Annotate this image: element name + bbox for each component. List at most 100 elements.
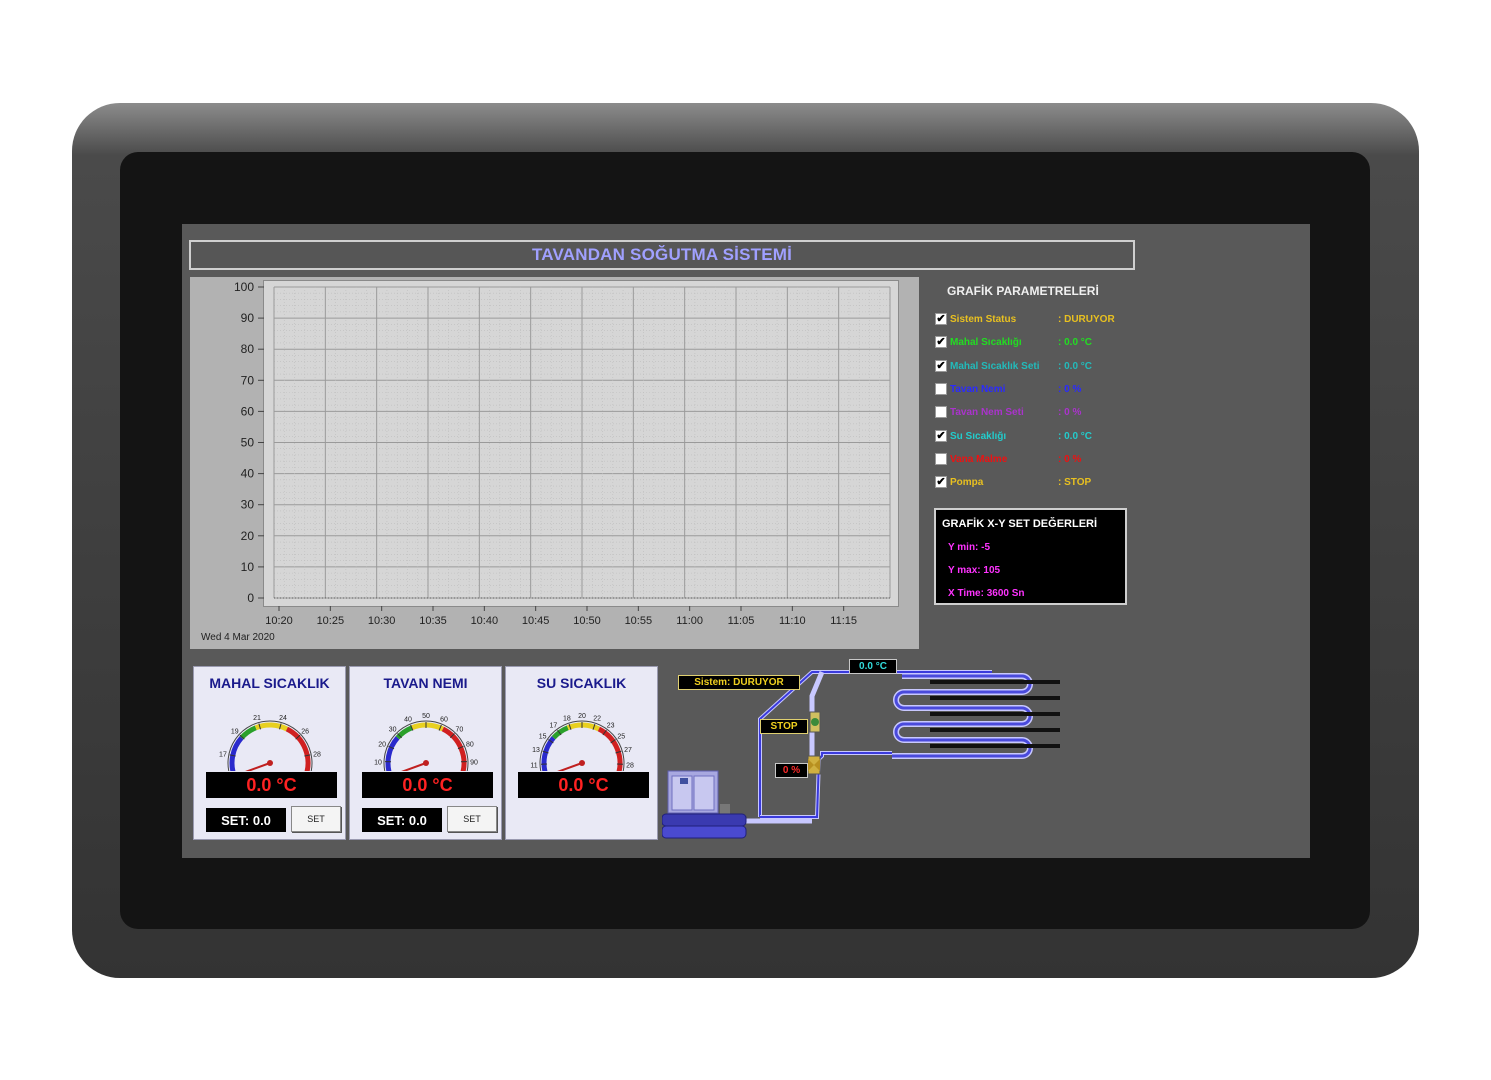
supply-temp-indicator: 0.0 °C (849, 659, 897, 674)
gauge-tick-label: 40 (404, 716, 412, 723)
chiller-unit-icon (662, 770, 747, 839)
set-value-display[interactable]: SET: 0.0 (362, 808, 442, 832)
set-button[interactable]: SET (291, 806, 341, 832)
param-label: Mahal Sıcaklık Seti (950, 360, 1040, 372)
gauge-zone-yellow (410, 722, 445, 732)
y-tick-label: 100 (234, 280, 254, 294)
gauge-tick-label: 80 (466, 741, 474, 748)
x-tick-label: 11:10 (779, 615, 806, 627)
param-row[interactable]: ✔ Mahal Sıcaklık Seti : 0.0 °C (935, 358, 1092, 374)
set-button[interactable]: SET (447, 806, 497, 832)
gauge-needle (557, 762, 583, 771)
checkbox-checked[interactable]: ✔ (935, 430, 947, 442)
gauge-tick-label: 22 (593, 715, 601, 722)
xy-set-box[interactable]: GRAFİK X-Y SET DEĞERLERİ Y min: -5 Y max… (934, 508, 1127, 605)
x-tick-label: 11:15 (830, 615, 857, 627)
gauge-value-display: 0.0 °C (518, 772, 649, 798)
gauge-panel-mahal: MAHAL SICAKLIK 1517192124262830 0.0 °C S… (193, 666, 346, 840)
y-tick-label: 20 (241, 529, 255, 543)
param-row[interactable]: ✔ Su Sıcaklığı : 0.0 °C (935, 428, 1092, 444)
gauge-tick-label: 90 (470, 759, 478, 766)
gauge-tick-label: 50 (422, 713, 430, 720)
system-status-indicator: Sistem: DURUYOR (678, 675, 800, 690)
checkbox-checked[interactable]: ✔ (935, 336, 947, 348)
gauge-needle-hub (579, 760, 585, 766)
gauge-zone-green (239, 725, 257, 740)
x-time-value: X Time: 3600 Sn (948, 588, 1025, 599)
checkbox-checked[interactable]: ✔ (935, 476, 947, 488)
param-label: Pompa (950, 476, 984, 488)
param-row[interactable]: ✔ Mahal Sıcaklığı: 0.0 °C (935, 334, 1092, 350)
y-tick-label: 30 (241, 498, 255, 512)
checkbox-unchecked[interactable] (935, 383, 947, 395)
gauge-tick-label: 60 (440, 716, 448, 723)
chart-svg: 100908070605040302010010:20 10:25 10:30 10:… (234, 280, 899, 627)
gauge-panel-tavan-nemi: TAVAN NEMI 0102030405060708090100 0.0 °C… (349, 666, 502, 840)
param-value: : STOP (1058, 476, 1092, 488)
gauge-tick-label: 20 (578, 713, 586, 720)
title-bar: TAVANDAN SOĞUTMA SİSTEMİ (189, 240, 1135, 270)
gauge-tick-label: 27 (624, 747, 632, 754)
param-value: : 0 % (1058, 383, 1082, 395)
gauge-tick-label: 17 (219, 751, 227, 758)
gauge-tick-label: 17 (549, 722, 557, 729)
gauge-needle (401, 762, 427, 771)
valve-position-indicator: 0 % (775, 763, 808, 778)
param-row[interactable]: ✔ Pompa : STOP (935, 474, 1091, 490)
gauge-tick-label: 18 (563, 715, 571, 722)
gauge-tick-label: 25 (617, 733, 625, 740)
param-label: Sistem Status (950, 313, 1017, 325)
gauge-tick-label: 21 (253, 715, 261, 722)
param-row[interactable]: Tavan Nem Seti : 0 % (935, 404, 1081, 420)
gauge-dial: 1517192124262830 (219, 715, 321, 771)
y-tick-label: 50 (241, 436, 255, 450)
pump-status-indicator: STOP (760, 719, 808, 734)
y-tick-label: 10 (241, 560, 255, 574)
gauge-tick-label: 30 (389, 726, 397, 733)
x-tick-label: 10:50 (573, 615, 601, 627)
y-tick-label: 90 (241, 311, 255, 325)
param-value: : DURUYOR (1058, 313, 1115, 325)
y-max-value: Y max: 105 (948, 565, 1001, 576)
param-value: : 0.0 °C (1058, 430, 1093, 442)
ceiling-coil (892, 673, 1060, 759)
param-row[interactable]: Tavan Nemi : 0 % (935, 381, 1081, 397)
gauge-tick-label: 23 (607, 722, 615, 729)
gauge-dial: 0102030405060708090100 (374, 713, 478, 771)
gauge-tick-label: 28 (313, 751, 321, 758)
param-label: Su Sıcaklığı (950, 430, 1007, 442)
param-label: Vana Malme (950, 453, 1008, 465)
param-value: : 0.0 °C (1058, 360, 1093, 372)
checkbox-unchecked[interactable] (935, 406, 947, 418)
params-title: GRAFİK PARAMETRELERİ (947, 284, 1099, 298)
param-label: Tavan Nemi (950, 383, 1006, 395)
checkbox-unchecked[interactable] (935, 453, 947, 465)
y-min-value: Y min: -5 (948, 542, 991, 553)
x-tick-label: 10:30 (368, 615, 396, 627)
trend-chart[interactable]: 100 90 80 70 60 50 40 30 20 10 0 10:20 10:25 10:30 10:… (190, 277, 919, 649)
x-tick-label: 11:00 (676, 615, 703, 627)
gauge-tick-label: 26 (301, 728, 309, 735)
pump-icon[interactable] (809, 711, 821, 733)
chiller-pipe (734, 671, 825, 824)
param-value: : 0 % (1058, 406, 1082, 418)
x-tick-label: 10:55 (625, 615, 653, 627)
gauge-tick-label: 20 (378, 741, 386, 748)
gauge-tick-label: 10 (374, 759, 382, 766)
x-tick-label: 11:05 (728, 615, 755, 627)
set-value-display[interactable]: SET: 0.0 (206, 808, 286, 832)
param-row[interactable]: Vana Malme: 0 % (935, 451, 1081, 467)
gauge-needle-hub (267, 760, 273, 766)
gauge-tick-label: 24 (279, 715, 287, 722)
gauge-tick-label: 70 (455, 726, 463, 733)
checkbox-checked[interactable]: ✔ (935, 313, 947, 325)
y-tick-label: 60 (241, 404, 255, 418)
y-tick-label: 40 (241, 467, 255, 481)
gauge-tick-label: 11 (530, 762, 537, 769)
checkbox-checked[interactable]: ✔ (935, 360, 947, 372)
y-tick-label: 80 (241, 342, 255, 356)
y-tick-label: 70 (241, 373, 255, 387)
valve-icon[interactable] (807, 755, 821, 775)
param-row[interactable]: ✔ Sistem Status : DURUYOR (935, 311, 1115, 327)
param-label: Tavan Nem Seti (950, 406, 1024, 418)
